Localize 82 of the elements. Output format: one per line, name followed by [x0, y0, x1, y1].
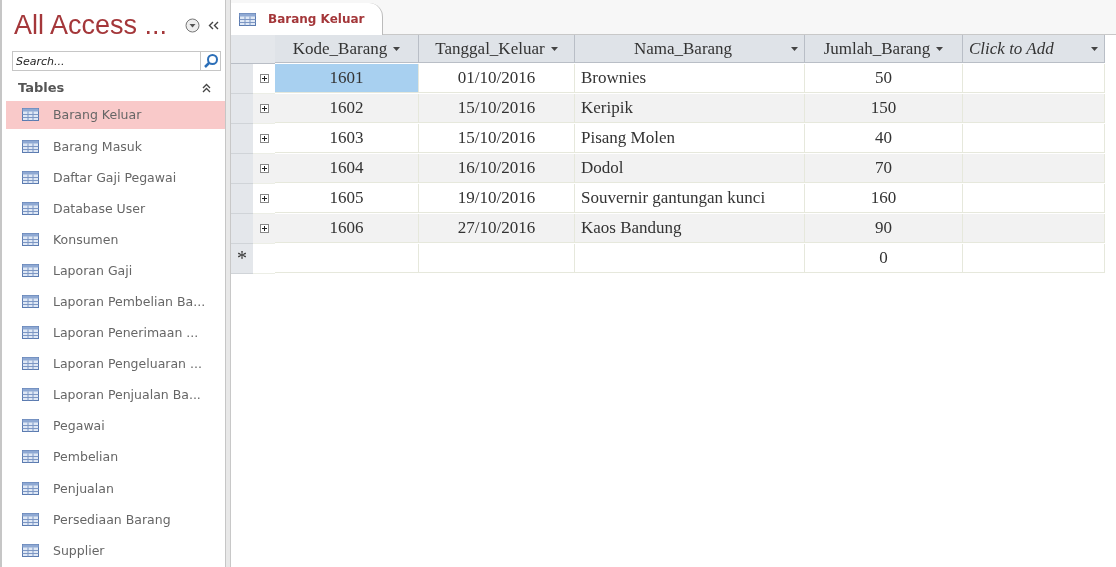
dropdown-caret-icon[interactable] [791, 46, 798, 51]
table-cell: 15/10/2016 [419, 124, 575, 153]
table-icon [22, 295, 39, 308]
table-cell: 16/10/2016 [419, 154, 575, 183]
table-icon [22, 419, 39, 433]
table-cell: Brownies [575, 64, 805, 93]
pane-title: All Access ... [14, 10, 169, 42]
table-cell: 50 [805, 64, 963, 93]
table-cell: 70 [805, 154, 963, 183]
expand-row-icon[interactable] [259, 164, 269, 173]
collapse-pane-icon[interactable] [208, 21, 219, 31]
column-header[interactable]: Nama_Barang [575, 35, 805, 63]
table-cell: 1601 [275, 64, 419, 93]
column-header[interactable]: Tanggal_Keluar [419, 35, 575, 63]
table-icon [22, 108, 39, 122]
nav-item[interactable]: Laporan Pengeluaran ... [6, 349, 225, 378]
table-icon [22, 481, 39, 495]
expand-row-icon[interactable] [259, 134, 269, 143]
table-cell: 90 [805, 214, 963, 243]
dropdown-caret-icon[interactable] [550, 46, 558, 51]
table-cell: 15/10/2016 [419, 94, 575, 123]
column-header[interactable]: Kode_Barang [275, 35, 419, 63]
table-cell: 19/10/2016 [419, 184, 575, 213]
table-cell: 27/10/2016 [419, 214, 575, 243]
nav-item[interactable]: Laporan Penerimaan ... [6, 318, 225, 347]
table-icon [22, 263, 39, 277]
table-cell: 160 [805, 184, 963, 213]
table-cell: 1603 [275, 124, 419, 153]
dropdown-caret-icon[interactable] [936, 46, 944, 51]
nav-item[interactable]: Penjualan [6, 473, 225, 503]
expand-row-icon[interactable] [259, 74, 269, 83]
dropdown-caret-icon[interactable] [393, 46, 401, 51]
table-icon [22, 450, 39, 464]
expand-row-icon[interactable] [259, 224, 269, 233]
table-cell: Kaos Bandung [575, 214, 805, 243]
new-record-selector[interactable]: * [231, 244, 253, 274]
nav-item[interactable]: Supplier [6, 535, 225, 565]
table-cell: 1602 [275, 94, 419, 123]
nav-item[interactable]: Pegawai [6, 411, 225, 441]
table-cell: 1604 [275, 154, 419, 183]
nav-item[interactable]: Barang Keluar [6, 100, 225, 130]
nav-item[interactable]: Database User [6, 193, 225, 223]
dropdown-circle-icon[interactable] [185, 18, 200, 34]
document-tab[interactable]: Barang Keluar [231, 3, 384, 35]
table-icon [22, 232, 39, 246]
table-icon [22, 201, 39, 215]
table-cell: Keripik [575, 94, 805, 123]
table-cell: 0 [805, 244, 963, 273]
collapse-group-icon[interactable] [202, 82, 211, 93]
group-label[interactable]: Tables [18, 80, 65, 96]
nav-item[interactable]: Barang Masuk [6, 131, 225, 161]
table-cell: 1605 [275, 184, 419, 213]
table-cell: 40 [805, 124, 963, 153]
nav-item[interactable]: Laporan Pembelian Ba... [6, 287, 225, 316]
table-icon [22, 170, 39, 184]
table-icon [22, 512, 39, 526]
table-icon [22, 357, 39, 371]
nav-item[interactable]: Laporan Gaji [6, 256, 225, 285]
table-cell: 01/10/2016 [419, 64, 575, 93]
table-icon [22, 388, 39, 402]
search-field[interactable]: Search... [12, 51, 201, 71]
nav-item[interactable]: Pembelian [6, 442, 225, 472]
column-header[interactable]: Click to Add [963, 35, 1105, 63]
table-cell: Souvernir gantungan kunci [575, 184, 805, 213]
nav-item[interactable]: Laporan Penjualan Ba... [6, 380, 225, 410]
nav-item[interactable]: Daftar Gaji Pegawai [6, 162, 225, 192]
dropdown-caret-icon[interactable] [1091, 46, 1098, 51]
expand-row-icon[interactable] [259, 194, 269, 203]
column-header[interactable]: Jumlah_Barang [805, 35, 963, 63]
table-icon [22, 326, 39, 340]
search-icon [202, 53, 219, 70]
table-icon [22, 543, 39, 557]
expand-row-icon[interactable] [259, 104, 269, 113]
table-cell: 150 [805, 94, 963, 123]
table-cell: 1606 [275, 214, 419, 243]
table-cell: Dodol [575, 154, 805, 183]
nav-item[interactable]: Persediaan Barang [6, 504, 225, 534]
search-button[interactable] [201, 51, 221, 71]
table-cell: Pisang Molen [575, 124, 805, 153]
tab-table-icon [239, 12, 256, 26]
nav-item[interactable]: Konsumen [6, 225, 225, 254]
table-icon [22, 139, 39, 153]
